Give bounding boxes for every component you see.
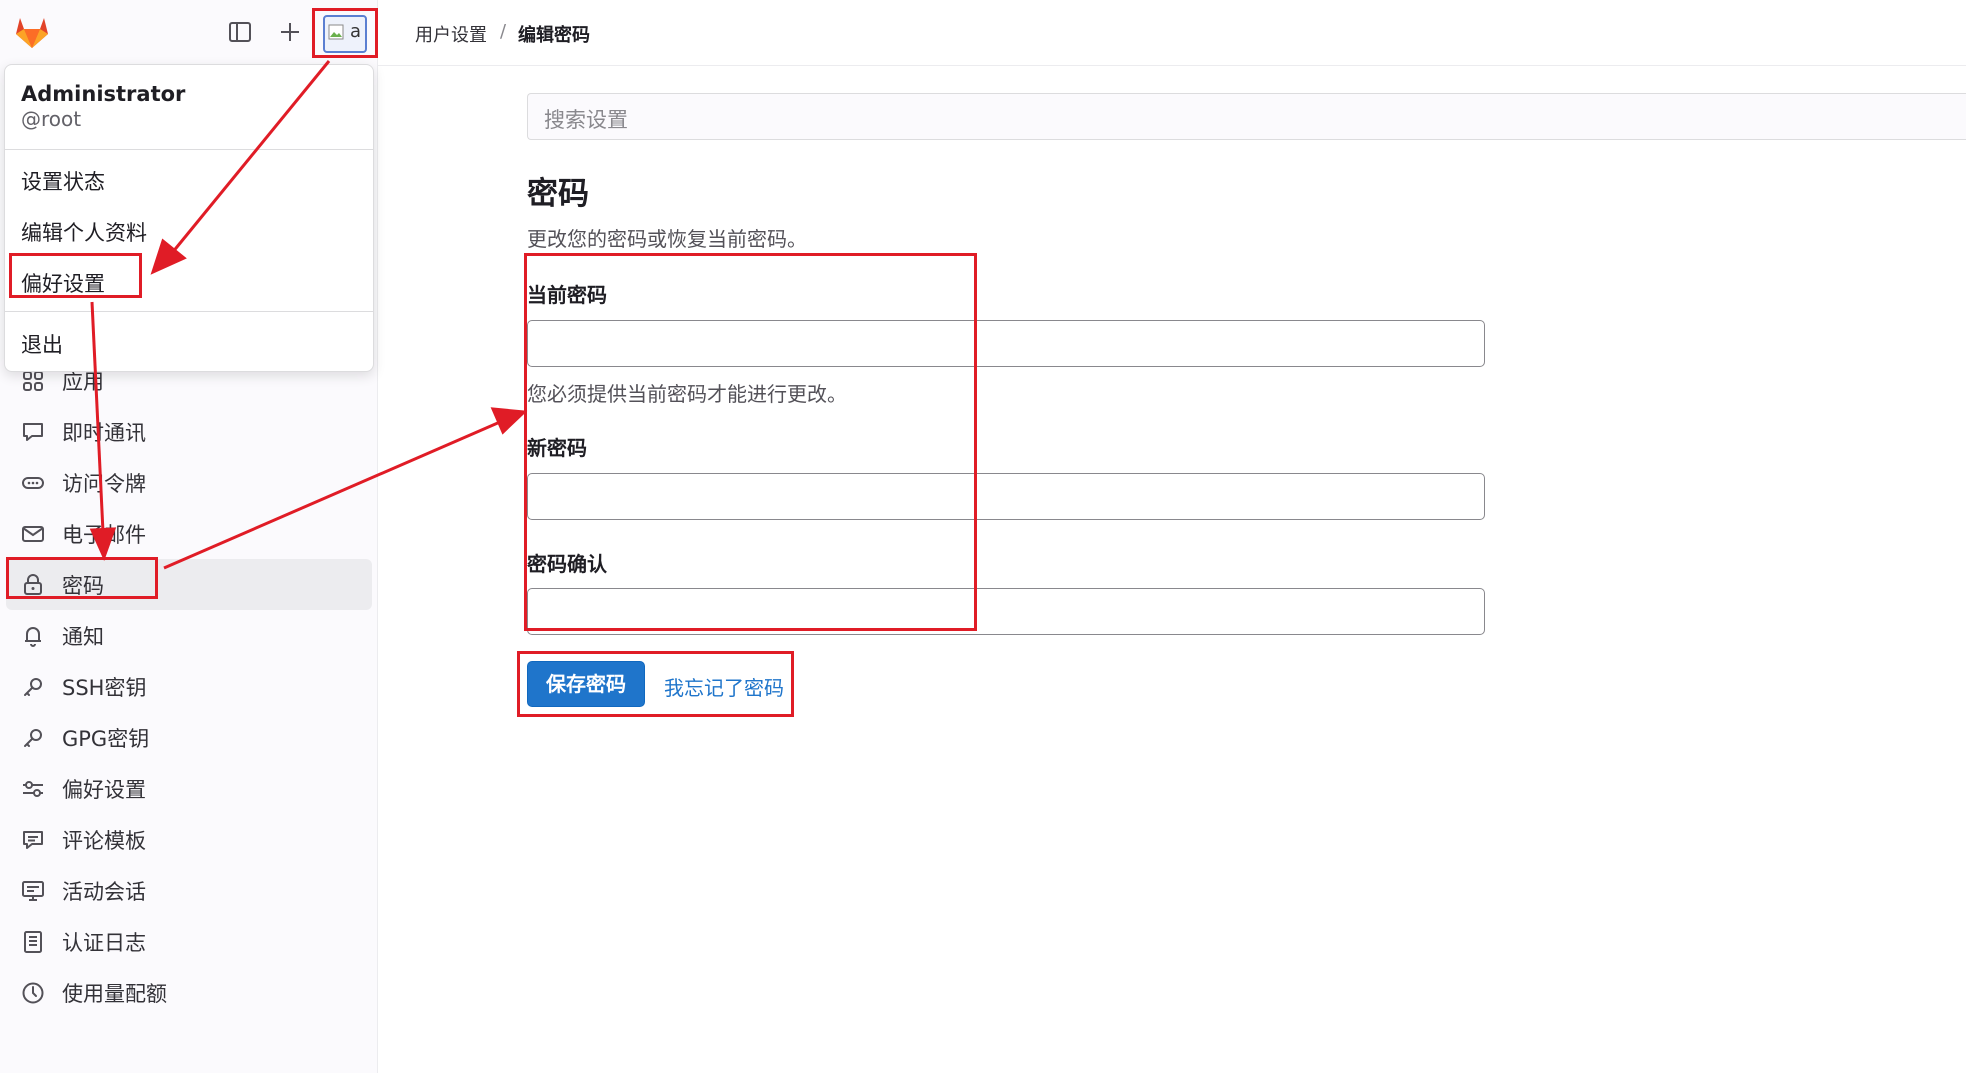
sidebar-item-active-sessions[interactable]: 活动会话 — [6, 865, 372, 916]
dropdown-divider — [5, 311, 373, 312]
sidebar-item-label: 电子邮件 — [62, 522, 146, 547]
menu-item-set-status[interactable]: 设置状态 — [21, 166, 105, 196]
bell-icon — [25, 626, 41, 647]
quota-icon — [22, 982, 44, 1003]
avatar-alt-text: a — [349, 21, 361, 42]
user-dropdown-menu: Administrator @root 设置状态 编辑个人资料 偏好设置 退出 — [4, 64, 374, 372]
arrowhead — [490, 407, 528, 435]
sidebar-item-usage-quotas[interactable]: 使用量配额 — [6, 967, 372, 1018]
sidebar-item-access-tokens[interactable]: 访问令牌 — [6, 457, 372, 508]
annotation-box-form-fields — [524, 253, 977, 631]
sidebar-item-label: 认证日志 — [62, 930, 146, 955]
avatar-highlight: a — [312, 8, 378, 58]
mail-icon — [22, 525, 44, 542]
sidebar-item-preferences[interactable]: 偏好设置 — [6, 763, 372, 814]
log-icon — [24, 930, 42, 953]
breadcrumb-user-settings[interactable]: 用户设置 — [415, 21, 487, 47]
plus-icon[interactable] — [276, 18, 304, 46]
sidebar-item-label: 活动会话 — [62, 879, 146, 904]
page-title: 密码 — [527, 176, 589, 212]
comment-icon — [23, 422, 43, 441]
sidebar-item-label: 评论模板 — [62, 828, 146, 853]
sidebar-item-auth-log[interactable]: 认证日志 — [6, 916, 372, 967]
preferences-icon — [23, 780, 43, 797]
page-description: 更改您的密码或恢复当前密码。 — [527, 227, 807, 251]
comment-template-icon — [23, 830, 43, 849]
sidebar-item-label: 即时通讯 — [62, 420, 146, 445]
breadcrumb-separator: / — [500, 21, 507, 42]
breadcrumb-edit-password[interactable]: 编辑密码 — [518, 21, 590, 47]
sidebar-toggle-icon[interactable] — [226, 18, 254, 46]
key-icon — [24, 677, 42, 696]
sidebar-item-label: SSH密钥 — [62, 675, 147, 700]
token-icon — [22, 476, 44, 489]
search-settings-input[interactable]: 搜索设置 — [527, 93, 1966, 140]
annotation-box-password-nav — [6, 557, 158, 599]
sidebar-item-label: 使用量配额 — [62, 981, 167, 1006]
sidebar-item-chat[interactable]: 即时通讯 — [6, 406, 372, 457]
key-icon — [24, 728, 42, 747]
sidebar-item-comment-templates[interactable]: 评论模板 — [6, 814, 372, 865]
sidebar-item-emails[interactable]: 电子邮件 — [6, 508, 372, 559]
sidebar-item-ssh-keys[interactable]: SSH密钥 — [6, 661, 372, 712]
sidebar-item-notifications[interactable]: 通知 — [6, 610, 372, 661]
monitor-icon — [22, 880, 44, 901]
sidebar-item-label: GPG密钥 — [62, 726, 150, 751]
sidebar-item-gpg-keys[interactable]: GPG密钥 — [6, 712, 372, 763]
menu-item-edit-profile[interactable]: 编辑个人资料 — [21, 217, 147, 247]
sidebar-item-label: 偏好设置 — [62, 777, 146, 802]
annotation-box-actions — [517, 651, 794, 717]
gitlab-logo-icon[interactable] — [12, 12, 52, 52]
user-display-name: Administrator — [21, 82, 186, 106]
avatar[interactable]: a — [323, 15, 367, 53]
sidebar-item-label: 通知 — [62, 624, 104, 649]
broken-image-icon — [328, 24, 344, 40]
annotation-box-preferences — [9, 253, 142, 298]
sidebar-item-label: 访问令牌 — [62, 471, 146, 496]
dropdown-divider — [5, 149, 373, 150]
menu-item-sign-out[interactable]: 退出 — [21, 329, 63, 359]
top-header: 用户设置 / 编辑密码 — [378, 0, 1966, 66]
sidebar-nav: 应用 即时通讯 访问令牌 电子邮件 密码 通知 SSH密钥 GPG密钥 偏好设置… — [6, 355, 372, 1018]
user-username: @root — [21, 107, 82, 131]
